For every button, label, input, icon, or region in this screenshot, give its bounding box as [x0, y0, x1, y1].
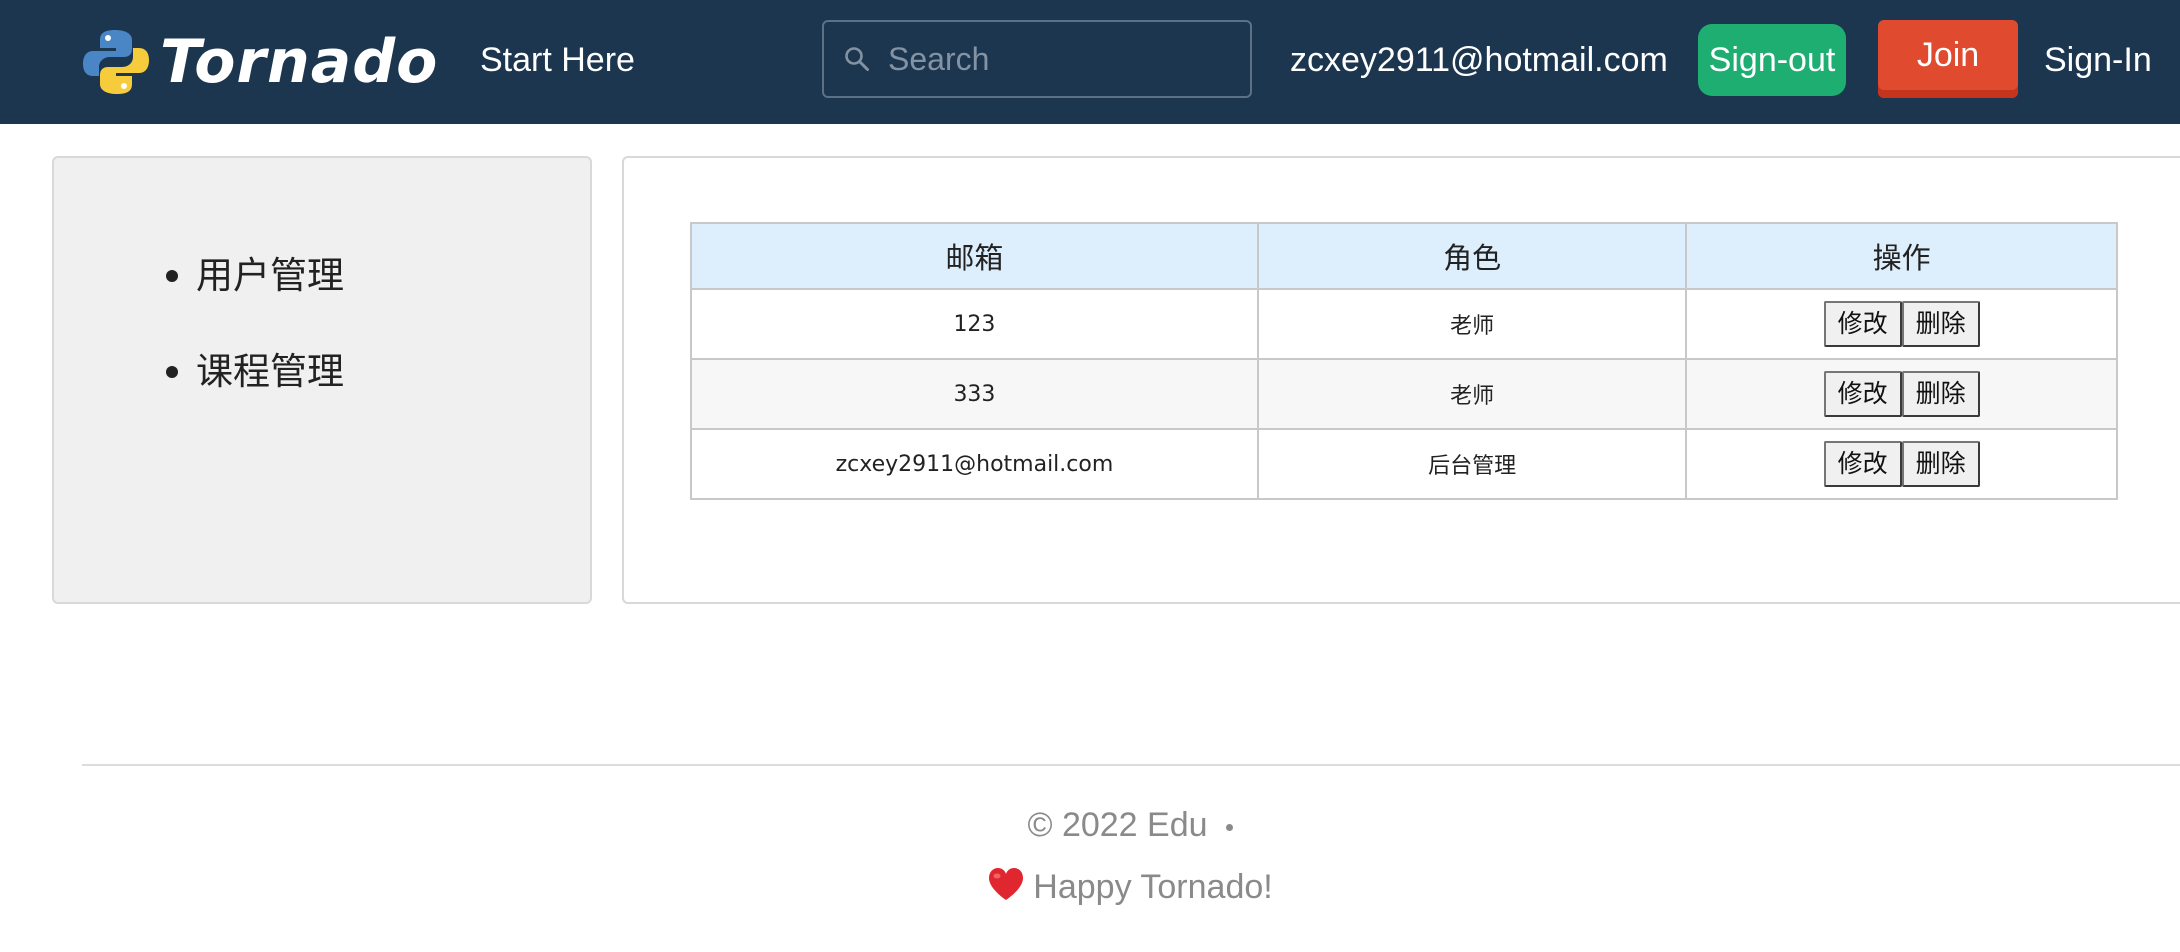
user-table: 邮箱 角色 操作 123 老师 修改 删除 333 老师 修改 删除 zcxey29…: [690, 222, 2118, 500]
brand-name: Tornado: [160, 27, 439, 97]
edit-button[interactable]: 修改: [1823, 371, 1902, 417]
cell-role: 老师: [1256, 288, 1688, 360]
sidebar: 用户管理 课程管理: [52, 156, 592, 604]
sidebar-item-label: 用户管理: [196, 254, 344, 297]
python-logo-icon: [83, 30, 149, 94]
table-row: 333 老师 修改 删除: [690, 358, 2118, 430]
copyright-text: © 2022 Edu: [1027, 806, 1208, 844]
join-button[interactable]: Join: [1878, 20, 2018, 98]
user-email: zcxey2911@hotmail.com: [1290, 41, 1668, 79]
delete-button[interactable]: 删除: [1901, 371, 1980, 417]
sign-in-link[interactable]: Sign-In: [2044, 36, 2152, 84]
edit-button[interactable]: 修改: [1823, 301, 1902, 347]
search-icon: [845, 47, 869, 71]
table-header-row: 邮箱 角色 操作: [690, 222, 2118, 290]
cell-actions: 修改 删除: [1685, 358, 2118, 430]
brand-link[interactable]: Tornado: [80, 20, 438, 104]
heart-icon: [989, 868, 1024, 900]
bullet-icon: [166, 366, 178, 378]
sidebar-item-course-management[interactable]: 课程管理: [166, 342, 344, 402]
column-header-actions: 操作: [1685, 222, 2118, 290]
table-row: 123 老师 修改 删除: [690, 288, 2118, 360]
sidebar-item-label: 课程管理: [196, 350, 344, 393]
column-header-role: 角色: [1256, 222, 1688, 290]
edit-button[interactable]: 修改: [1823, 441, 1902, 487]
top-navbar: Tornado Start Here zcxey2911@hotmail.com…: [0, 0, 2180, 124]
cell-email: 123: [690, 288, 1259, 360]
sidebar-item-user-management[interactable]: 用户管理: [166, 246, 344, 306]
column-header-email: 邮箱: [690, 222, 1259, 290]
delete-button[interactable]: 删除: [1901, 441, 1980, 487]
table-row: zcxey2911@hotmail.com 后台管理 修改 删除: [690, 428, 2118, 500]
dot-separator-icon: [1225, 823, 1233, 831]
cell-email: 333: [690, 358, 1259, 430]
footer-copyright: © 2022 Edu: [0, 806, 2180, 845]
bullet-icon: [166, 270, 178, 282]
cell-actions: 修改 删除: [1685, 428, 2118, 500]
cell-actions: 修改 删除: [1685, 288, 2118, 360]
search-box: [822, 20, 1252, 98]
tagline-text: Happy Tornado!: [1033, 868, 1273, 906]
main-panel: 邮箱 角色 操作 123 老师 修改 删除 333 老师 修改 删除 zcxey29…: [622, 156, 2180, 604]
search-input[interactable]: [888, 40, 1250, 78]
delete-button[interactable]: 删除: [1901, 301, 1980, 347]
sidebar-menu: 用户管理 课程管理: [166, 246, 344, 438]
cell-email: zcxey2911@hotmail.com: [690, 428, 1259, 500]
start-here-link[interactable]: Start Here: [480, 36, 635, 84]
footer-divider: [82, 764, 2180, 766]
cell-role: 老师: [1256, 358, 1688, 430]
footer-tagline: Happy Tornado!: [0, 866, 2180, 907]
cell-role: 后台管理: [1256, 428, 1688, 500]
sign-out-button[interactable]: Sign-out: [1698, 24, 1846, 96]
